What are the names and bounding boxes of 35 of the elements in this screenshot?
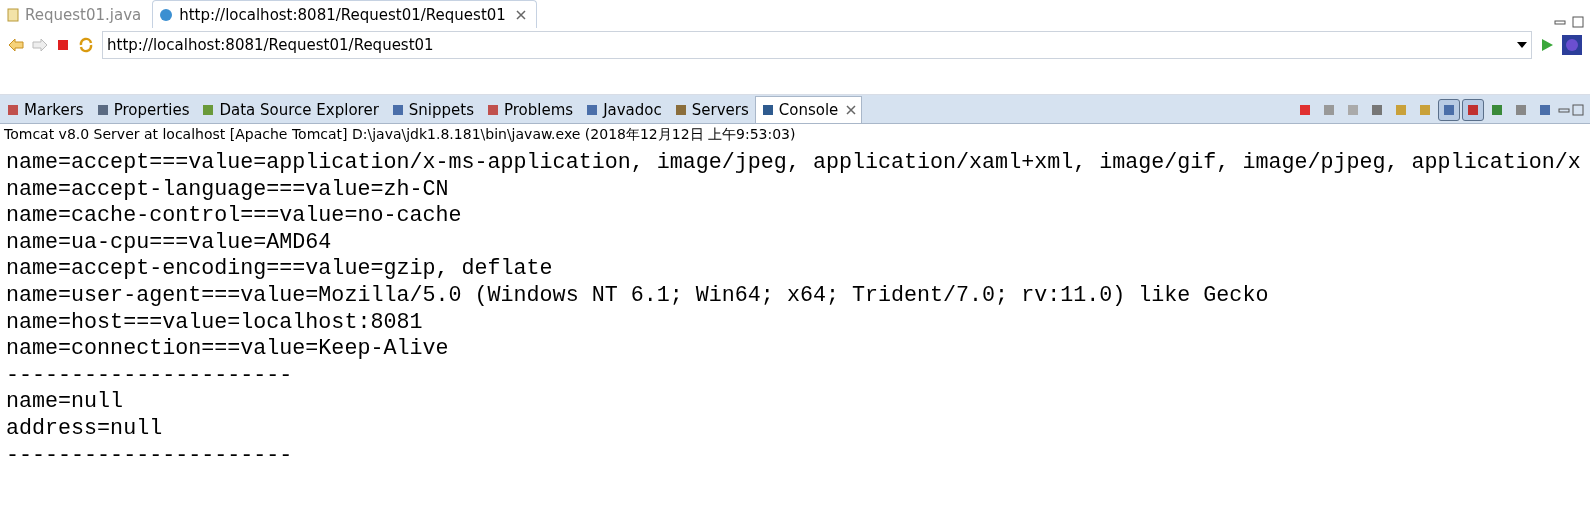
forward-arrow-icon[interactable] [32, 38, 48, 52]
view-tab[interactable]: Problems [480, 96, 580, 123]
dropdown-caret-icon[interactable] [1517, 42, 1527, 48]
view-tab[interactable]: Data Source Explorer [195, 96, 385, 123]
console-line: name=accept===value=application/x-ms-application, image/jpeg, application/xaml+xml, image/gif, image/pjpeg, application/x [6, 150, 1582, 177]
console-line: name=ua-cpu===value=AMD64 [6, 229, 333, 257]
view-tab[interactable]: Console [754, 96, 863, 123]
view-tab[interactable]: Snippets [384, 96, 480, 123]
console-line: name=cache-control===value=no-cache [6, 203, 463, 230]
view-tab[interactable]: Properties [89, 96, 196, 123]
back-arrow-icon[interactable] [8, 38, 24, 52]
maximize-icon[interactable] [1572, 104, 1584, 116]
console-line: name=accept-language===value=zh-CN [6, 176, 450, 204]
console-line: name=host===value=localhost:8081 [6, 309, 424, 337]
console-line: address=null [6, 415, 164, 443]
editor-tab[interactable]: http://localhost:8081/Request01/Request01 [152, 0, 537, 28]
maximize-icon[interactable] [1572, 16, 1584, 28]
url-field[interactable]: http://localhost:8081/Request01/Request01 [102, 31, 1532, 59]
globe-icon [159, 7, 174, 22]
process-label: Tomcat v8.0 Server at localhost [Apache Tomcat] D:\java\jdk1.8.181\bin\javaw.exe (2018年12月12日 上午9:53:03) [3, 125, 797, 144]
toolbar-button[interactable] [1438, 99, 1460, 121]
console-line: name=accept-encoding===value=gzip, deflate [6, 256, 554, 283]
file-icon [7, 7, 19, 22]
console-line: name=connection===value=Keep-Alive [6, 336, 450, 363]
editor-tab[interactable]: Request01.java [0, 0, 153, 28]
view-tab[interactable]: Markers [0, 96, 90, 123]
play-icon[interactable] [1540, 38, 1554, 52]
view-tab[interactable]: Javadoc [579, 96, 668, 123]
console-line: name=user-agent===value=Mozilla/5.0 (Windows NT 6.1; Win64; x64; Trident/7.0; rv:11.0) like Gecko [6, 282, 1270, 310]
refresh-icon[interactable] [78, 37, 94, 53]
console-line: ---------------------- [6, 362, 294, 390]
console-line: ---------------------- [6, 442, 294, 470]
view-tab[interactable]: Servers [667, 96, 755, 123]
console-line: name=null [6, 389, 125, 416]
toolbar-button[interactable] [1462, 99, 1484, 121]
